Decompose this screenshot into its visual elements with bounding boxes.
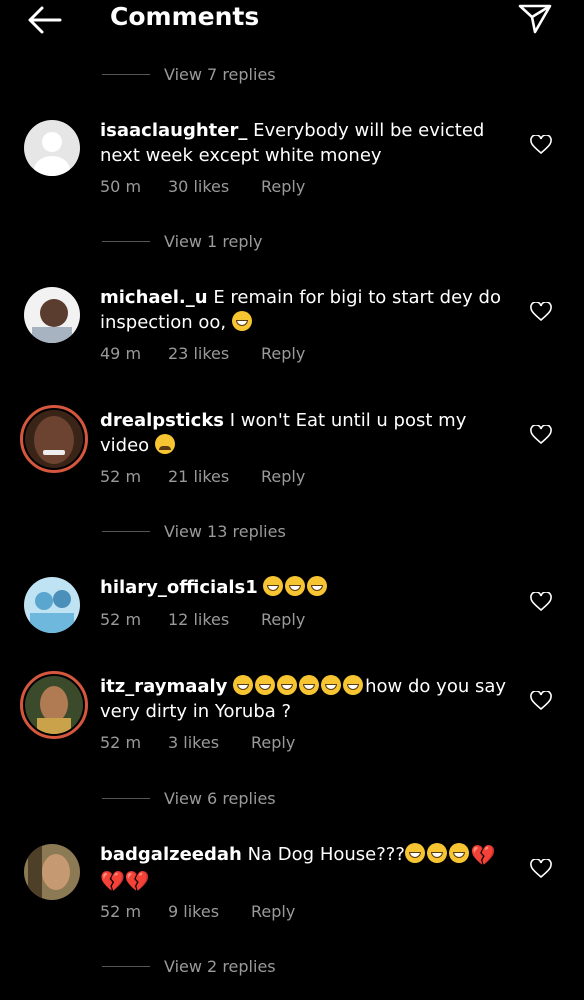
heart-outline-icon[interactable] <box>530 425 552 445</box>
comment-time: 49 m <box>100 344 142 363</box>
broken-heart-icon: 💔 <box>100 869 125 893</box>
reply-button[interactable]: Reply <box>261 344 305 363</box>
comment-username[interactable]: isaaclaughter_ <box>100 120 247 141</box>
grinning-emoji-icon <box>307 576 328 596</box>
heart-outline-icon[interactable] <box>530 302 552 322</box>
broken-heart-icon: 💔 <box>470 843 496 867</box>
avatar-with-story-ring[interactable] <box>20 671 88 739</box>
reply-button[interactable]: Reply <box>261 177 305 196</box>
comment-text: isaaclaughter_ Everybody will be evicted… <box>100 118 510 168</box>
comment-time: 52 m <box>100 610 142 629</box>
comment-time: 50 m <box>100 177 142 196</box>
comment-likes[interactable]: 3 likes <box>168 733 219 752</box>
comment-username[interactable]: badgalzeedah <box>100 844 242 865</box>
comment-time: 52 m <box>100 902 142 921</box>
comment-text: badgalzeedah Na Dog House??? 💔 💔💔 <box>100 842 510 894</box>
grinning-emoji-icon <box>277 675 298 695</box>
comment-text: hilary_officials1 <box>100 575 510 600</box>
grinning-emoji-icon <box>255 675 276 695</box>
view-replies-link[interactable]: View 2 replies <box>102 954 276 978</box>
view-replies-link[interactable]: View 6 replies <box>102 786 276 810</box>
avatar[interactable] <box>24 287 80 343</box>
broken-heart-icon: 💔 <box>124 869 150 893</box>
comment-likes[interactable]: 12 likes <box>168 610 229 629</box>
grinning-emoji-icon <box>404 843 425 863</box>
back-arrow-icon[interactable] <box>24 4 64 36</box>
comment-time: 52 m <box>100 467 142 486</box>
sad-emoji-icon <box>154 434 175 454</box>
comment-time: 52 m <box>100 733 142 752</box>
grinning-emoji-icon <box>321 675 342 695</box>
heart-outline-icon[interactable] <box>530 592 552 612</box>
reply-button[interactable]: Reply <box>261 467 305 486</box>
comment-username[interactable]: drealpsticks <box>100 410 224 431</box>
reply-button[interactable]: Reply <box>251 733 295 752</box>
heart-outline-icon[interactable] <box>530 859 552 879</box>
reply-button[interactable]: Reply <box>261 610 305 629</box>
page-title: Comments <box>110 2 260 31</box>
reply-button[interactable]: Reply <box>251 902 295 921</box>
heart-outline-icon[interactable] <box>530 135 552 155</box>
view-replies-link[interactable]: View 1 reply <box>102 229 262 253</box>
view-replies-link[interactable]: View 13 replies <box>102 519 286 543</box>
grinning-emoji-icon <box>426 843 447 863</box>
comment-username[interactable]: itz_raymaaly <box>100 676 227 697</box>
heart-outline-icon[interactable] <box>530 691 552 711</box>
grinning-emoji-icon <box>231 311 252 331</box>
comment-username[interactable]: michael._u <box>100 287 208 308</box>
avatar[interactable] <box>24 844 80 900</box>
comment-likes[interactable]: 23 likes <box>168 344 229 363</box>
avatar[interactable] <box>24 577 80 633</box>
avatar[interactable] <box>24 120 80 176</box>
comment-likes[interactable]: 21 likes <box>168 467 229 486</box>
comment-likes[interactable]: 9 likes <box>168 902 219 921</box>
send-icon[interactable] <box>517 2 553 34</box>
grinning-emoji-icon <box>263 576 284 596</box>
grinning-emoji-icon <box>343 675 364 695</box>
grinning-emoji-icon <box>299 675 320 695</box>
comment-text: drealpsticks I won't Eat until u post my… <box>100 408 510 458</box>
comment-username[interactable]: hilary_officials1 <box>100 577 258 598</box>
comment-text: michael._u E remain for bigi to start de… <box>100 285 510 335</box>
view-replies-link[interactable]: View 7 replies <box>102 62 276 86</box>
comment-text: itz_raymaaly how do you say very dirty i… <box>100 674 510 724</box>
grinning-emoji-icon <box>233 675 254 695</box>
avatar-with-story-ring[interactable] <box>20 405 88 473</box>
grinning-emoji-icon <box>285 576 306 596</box>
header: Comments <box>0 0 584 40</box>
comment-likes[interactable]: 30 likes <box>168 177 229 196</box>
grinning-emoji-icon <box>448 843 469 863</box>
comment-body: Na Dog House??? <box>247 844 405 865</box>
